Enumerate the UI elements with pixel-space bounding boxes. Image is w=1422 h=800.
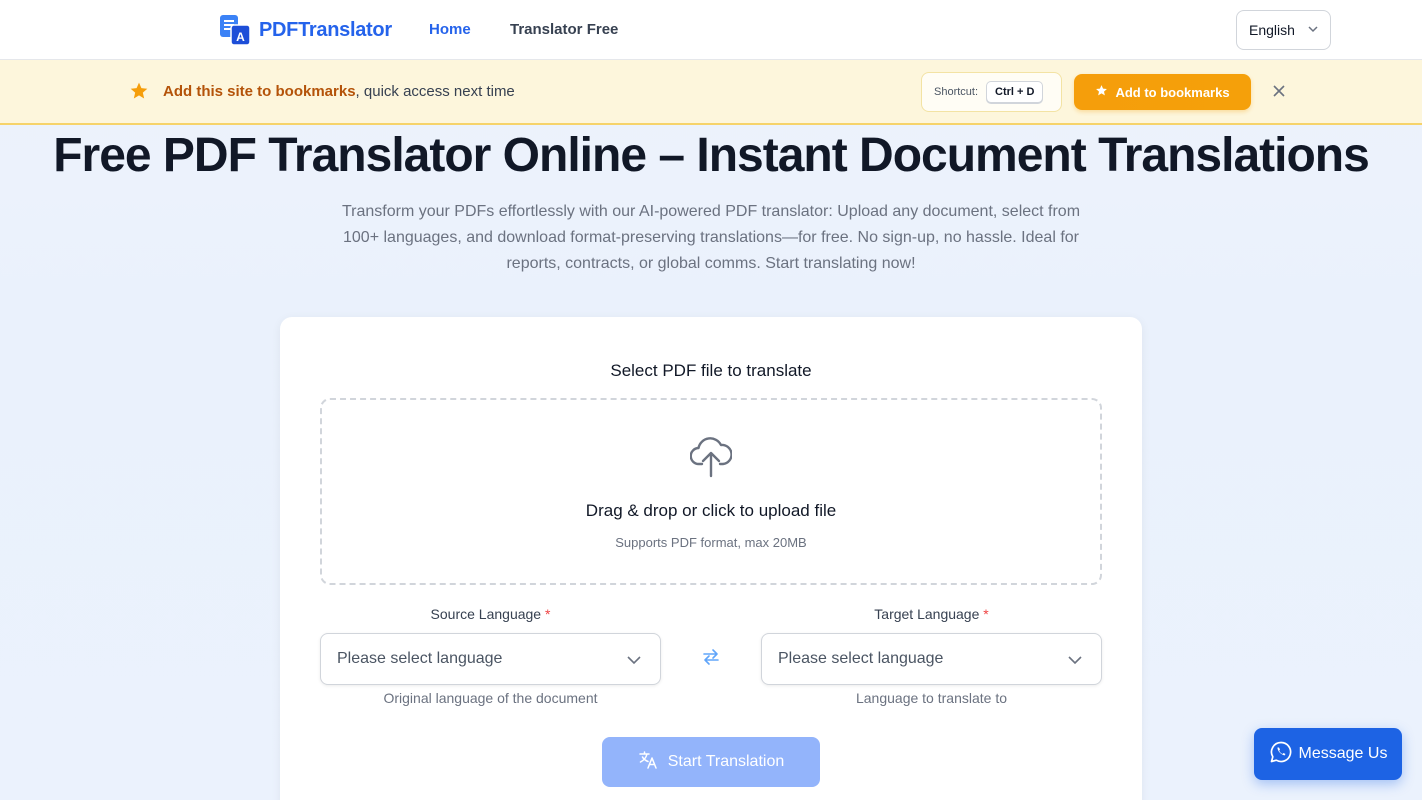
bookmark-banner-rest: , quick access next time <box>355 83 515 100</box>
required-marker: * <box>983 606 989 622</box>
dropzone-title: Drag & drop or click to upload file <box>585 501 837 520</box>
dropzone-subtitle: Supports PDF format, max 20MB <box>615 535 807 550</box>
page-title: Free PDF Translator Online – Instant Doc… <box>53 129 1370 182</box>
swap-languages-icon[interactable] <box>701 647 721 672</box>
target-language-label: Target Language * <box>761 606 1102 622</box>
brand-logo[interactable]: A PDFTranslator <box>219 14 392 46</box>
start-translation-label: Start Translation <box>667 753 785 770</box>
translate-icon <box>638 750 658 775</box>
bookmark-banner: Add this site to bookmarks, quick access… <box>0 60 1422 125</box>
shortcut-keys: Ctrl + D <box>986 81 1044 103</box>
source-language-label-text: Source Language <box>430 606 542 622</box>
bookmark-banner-highlight: Add this site to bookmarks <box>163 83 356 100</box>
file-dropzone[interactable]: Drag & drop or click to upload file Supp… <box>320 398 1102 585</box>
cloud-upload-icon <box>689 434 733 483</box>
translate-card: Select PDF file to translate Drag & drop… <box>280 317 1142 800</box>
nav-home-link[interactable]: Home <box>429 21 471 38</box>
whatsapp-icon <box>1269 740 1293 769</box>
target-language-label-text: Target Language <box>874 606 980 622</box>
chevron-down-icon <box>1067 652 1083 673</box>
shortcut-label: Shortcut: <box>934 86 979 98</box>
message-us-button[interactable]: Message Us <box>1254 728 1402 780</box>
message-us-label: Message Us <box>1298 745 1388 762</box>
start-translation-button[interactable]: Start Translation <box>602 737 820 787</box>
add-to-bookmarks-button[interactable]: Add to bookmarks <box>1074 74 1251 110</box>
chevron-down-icon <box>1307 22 1319 38</box>
card-title: Select PDF file to translate <box>610 361 812 380</box>
bookmark-banner-text: Add this site to bookmarks, quick access… <box>163 83 515 100</box>
language-selector-value: English <box>1249 22 1295 38</box>
nav-translator-free-link[interactable]: Translator Free <box>510 21 618 38</box>
translate-doc-icon: A <box>219 14 251 46</box>
chevron-down-icon <box>626 652 642 673</box>
top-header: A PDFTranslator Home Translator Free Eng… <box>0 0 1422 60</box>
target-language-select[interactable]: Please select language <box>761 633 1102 685</box>
add-to-bookmarks-label: Add to bookmarks <box>1115 84 1230 100</box>
brand-name: PDFTranslator <box>259 18 392 41</box>
source-language-select[interactable]: Please select language <box>320 633 661 685</box>
target-language-placeholder: Please select language <box>778 650 944 667</box>
svg-text:A: A <box>236 30 245 44</box>
required-marker: * <box>544 606 551 622</box>
star-icon <box>129 81 149 106</box>
star-icon <box>1095 84 1108 100</box>
source-language-placeholder: Please select language <box>337 650 503 667</box>
close-icon[interactable] <box>1271 83 1287 99</box>
target-language-help: Language to translate to <box>855 690 1007 706</box>
language-selector[interactable]: English <box>1236 10 1331 50</box>
page-description: Transform your PDFs effortlessly with ou… <box>341 203 1081 272</box>
source-language-label: Source Language * <box>320 606 661 622</box>
source-language-help: Original language of the document <box>383 690 598 706</box>
shortcut-hint: Shortcut: Ctrl + D <box>921 72 1062 112</box>
